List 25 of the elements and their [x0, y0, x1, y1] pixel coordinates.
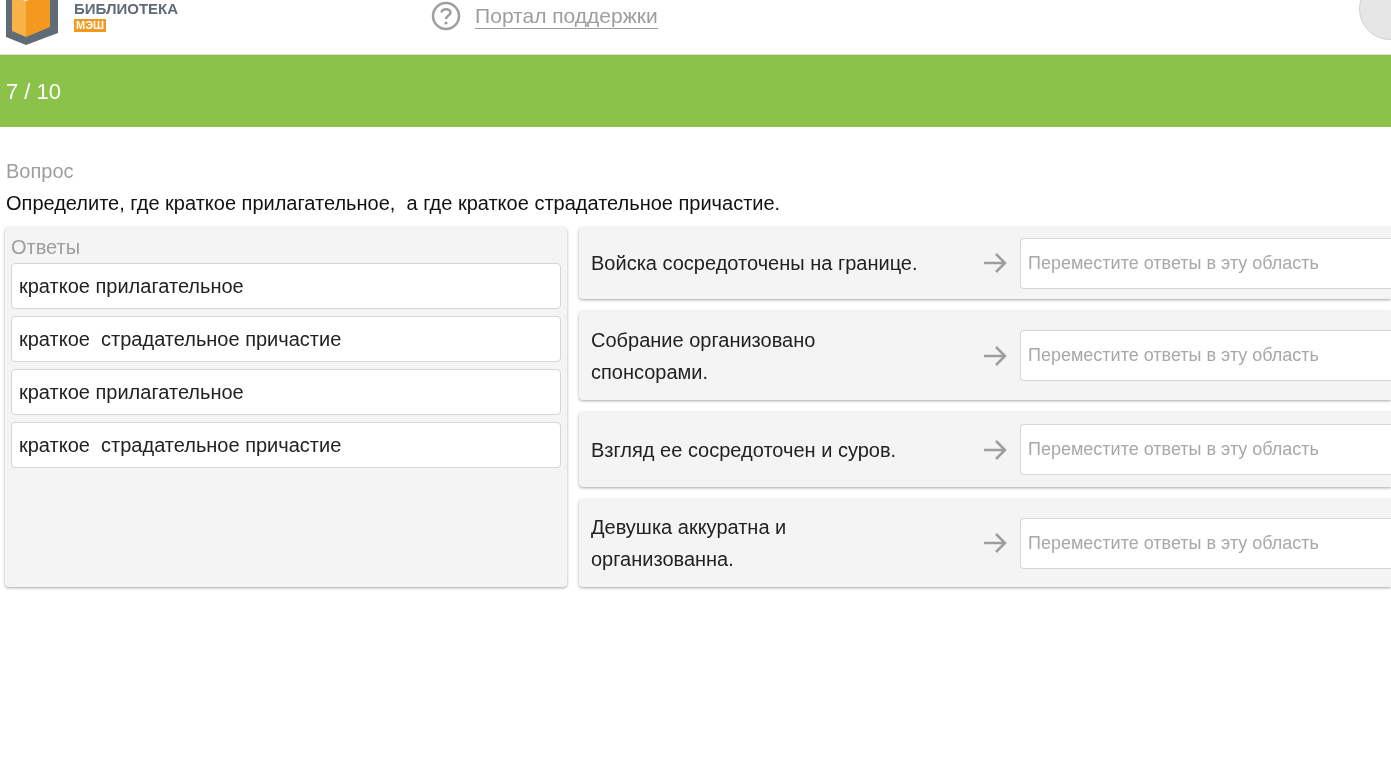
answer-card[interactable]: краткое прилагательное — [11, 369, 561, 415]
statement-text: Взгляд ее сосредоточен и суров. — [591, 437, 898, 463]
drop-zone[interactable]: Переместите ответы в эту область — [1020, 330, 1391, 381]
support-link[interactable]: Портал поддержки — [475, 3, 658, 29]
statement-text: Войска сосредоточены на границе. — [591, 251, 919, 276]
question-label: Вопрос — [6, 159, 75, 184]
answer-card[interactable]: краткое страдательное причастие — [11, 422, 561, 468]
logo-badge: МЭШ — [74, 18, 107, 32]
book-logo-icon — [4, 0, 60, 47]
drop-zone[interactable]: Переместите ответы в эту область — [1020, 424, 1391, 475]
logo-title: БИБЛИОТЕКА — [74, 0, 179, 17]
help-icon — [431, 1, 462, 31]
statement-text: Девушка аккуратна и организованна. — [591, 515, 788, 572]
arrow-right-icon — [983, 344, 1007, 367]
statement-text: Собрание организовано спонсорами. — [591, 327, 817, 385]
question-text: Определите, где краткое прилагательное, а где краткое страдательное причастие. — [6, 191, 782, 216]
arrow-right-icon — [983, 532, 1007, 554]
drop-zone[interactable]: Переместите ответы в эту область — [1020, 237, 1391, 289]
drop-zone[interactable]: Переместите ответы в эту область — [1020, 517, 1391, 569]
arrow-right-icon — [983, 252, 1007, 274]
arrow-right-icon — [983, 438, 1007, 461]
answer-card[interactable]: краткое страдательное причастие — [11, 316, 561, 362]
answer-card[interactable]: краткое прилагательное — [11, 263, 561, 309]
answers-title: Ответы — [11, 235, 82, 259]
question-counter: 7 / 10 — [6, 77, 62, 106]
